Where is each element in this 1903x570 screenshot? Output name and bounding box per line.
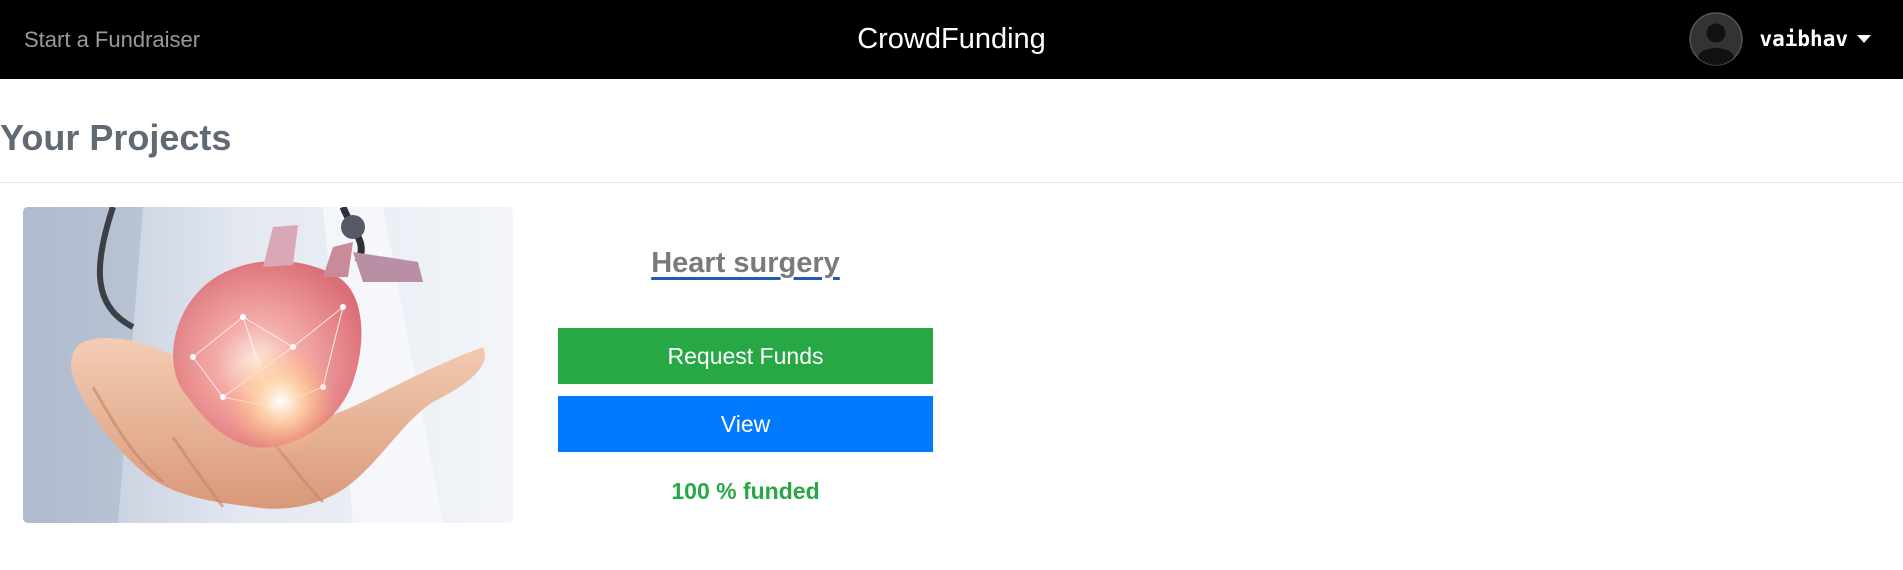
project-card: Heart surgery Request Funds View 100 % f… xyxy=(558,240,933,505)
funded-status: 100 % funded xyxy=(671,478,820,504)
heart-in-hands-image xyxy=(23,207,513,523)
user-avatar-icon xyxy=(1689,12,1744,66)
page-title: Your Projects xyxy=(0,117,232,158)
user-menu-toggle[interactable]: vaibhav xyxy=(1689,12,1871,66)
brand-title[interactable]: CrowdFunding xyxy=(857,23,1046,55)
section-divider xyxy=(0,182,1903,183)
project-image xyxy=(23,207,513,523)
view-button[interactable]: View xyxy=(558,396,933,452)
request-funds-button[interactable]: Request Funds xyxy=(558,328,933,384)
username-label: vaibhav xyxy=(1759,27,1848,51)
brand-wrapper: CrowdFunding xyxy=(0,0,1903,79)
project-title-link[interactable]: Heart surgery xyxy=(558,240,933,286)
caret-down-icon xyxy=(1857,35,1871,43)
start-fundraiser-link[interactable]: Start a Fundraiser xyxy=(24,0,200,79)
top-navbar: Start a Fundraiser CrowdFunding vaibhav xyxy=(0,0,1903,79)
